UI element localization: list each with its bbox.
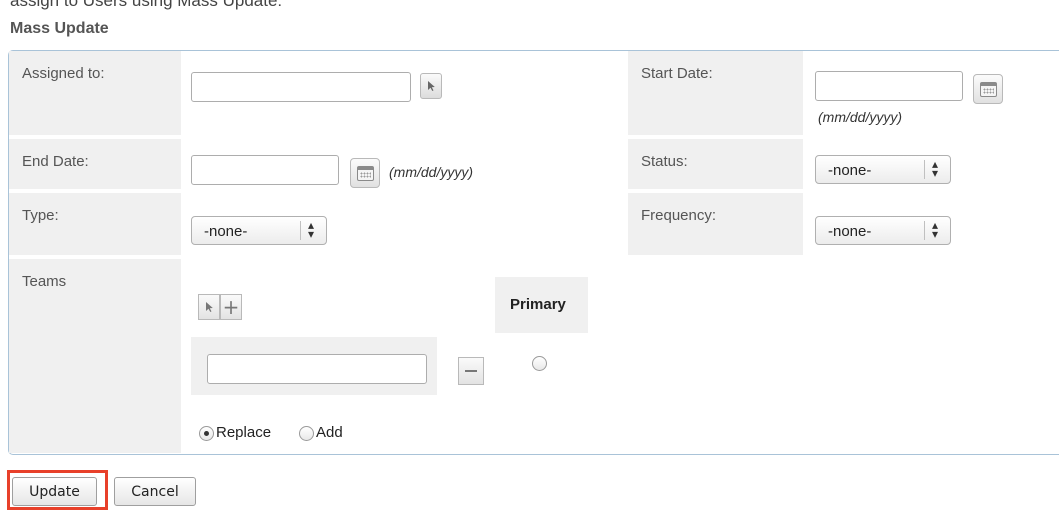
type-select[interactable]: -none- ▴ ▾ (191, 216, 327, 245)
end-date-input[interactable] (191, 155, 339, 185)
minus-icon (465, 370, 477, 372)
status-label: Status: (628, 139, 803, 189)
mass-update-title: Mass Update (10, 20, 109, 37)
cancel-button[interactable]: Cancel (114, 477, 196, 506)
primary-team-radio[interactable] (532, 356, 547, 371)
add-team-button[interactable]: + (220, 294, 242, 320)
primary-header-cell: Primary (495, 277, 588, 333)
frequency-select-value: -none- (828, 223, 872, 240)
add-radio[interactable] (299, 426, 314, 441)
teams-label-text: Teams (22, 273, 67, 290)
teams-label: Teams (9, 259, 181, 453)
replace-label: Replace (216, 424, 272, 441)
end-date-calendar-button[interactable] (350, 158, 380, 188)
assigned-to-input[interactable] (191, 72, 411, 102)
type-label: Type: (9, 193, 181, 255)
cancel-button-label: Cancel (131, 483, 179, 500)
replace-radio[interactable] (199, 426, 214, 441)
assigned-to-label: Assigned to: (9, 51, 181, 135)
team-name-input[interactable] (207, 354, 427, 384)
select-user-button[interactable] (420, 73, 442, 99)
frequency-label-text: Frequency: (641, 207, 717, 224)
mass-update-panel: Assigned to: Start Date: (mm/dd/yyyy) En… (8, 50, 1059, 455)
start-date-input[interactable] (815, 71, 963, 101)
end-date-format-hint: (mm/dd/yyyy) (389, 164, 473, 180)
update-button[interactable]: Update (12, 477, 97, 506)
updown-chevron-icon: ▴ ▾ (932, 218, 939, 241)
type-label-text: Type: (22, 207, 59, 224)
cursor-arrow-icon (428, 81, 435, 91)
calendar-icon (356, 165, 374, 181)
update-button-label: Update (29, 483, 80, 500)
plus-icon: + (222, 295, 240, 319)
end-date-label: End Date: (9, 139, 181, 189)
status-select-value: -none- (828, 162, 872, 179)
add-label: Add (316, 424, 343, 441)
start-date-format-hint: (mm/dd/yyyy) (818, 109, 902, 125)
updown-chevron-icon: ▴ ▾ (308, 218, 315, 241)
updown-chevron-icon: ▴ ▾ (932, 157, 939, 180)
cursor-arrow-icon (206, 302, 213, 312)
type-select-value: -none- (204, 223, 248, 240)
remove-team-button[interactable] (458, 357, 484, 385)
frequency-select[interactable]: -none- ▴ ▾ (815, 216, 951, 245)
calendar-icon (979, 81, 997, 97)
select-team-button[interactable] (198, 294, 220, 320)
primary-header-label: Primary (510, 296, 566, 313)
assigned-to-label-text: Assigned to: (22, 65, 105, 82)
status-select[interactable]: -none- ▴ ▾ (815, 155, 951, 184)
frequency-label: Frequency: (628, 193, 803, 255)
end-date-label-text: End Date: (22, 153, 89, 170)
status-label-text: Status: (641, 153, 688, 170)
start-date-calendar-button[interactable] (973, 74, 1003, 104)
start-date-label: Start Date: (628, 51, 803, 135)
start-date-label-text: Start Date: (641, 65, 713, 82)
partial-heading-text: assign to Users using Mass Update: (10, 0, 283, 10)
